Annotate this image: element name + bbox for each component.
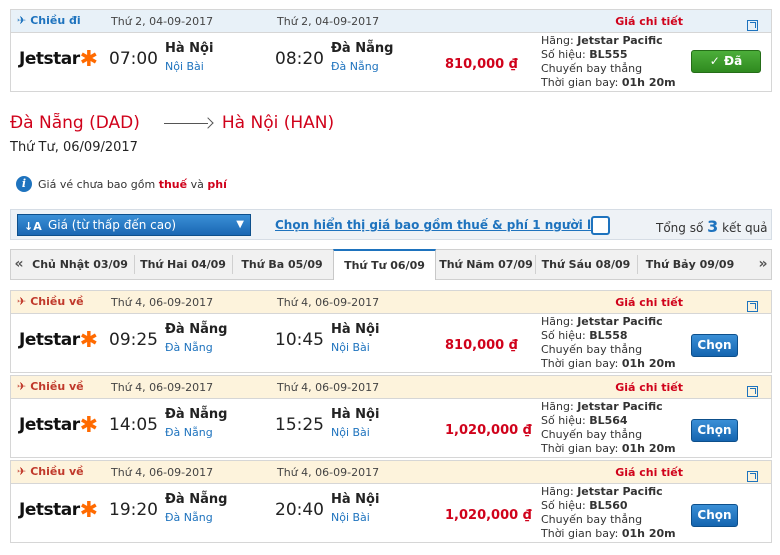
plane-icon: ✈ [17, 465, 27, 478]
route-heading: Đà Nẵng (DAD) Hà Nội (HAN) [10, 113, 334, 133]
chevron-down-icon: ▼ [236, 219, 244, 230]
result-count: Tổng số 3 kết quả [656, 217, 768, 236]
direction-label: ✈ Chiều về [17, 465, 84, 478]
price: 810,000 ₫ [445, 57, 518, 72]
departure-date: Thứ 4, 06-09-2017 [111, 296, 214, 309]
flight-info: Hãng: Jetstar Pacific Số hiệu: BL555 Chu… [541, 34, 676, 89]
flight-info: Hãng: Jetstar Pacific Số hiệu: BL564 Chu… [541, 400, 676, 455]
tab-day-5[interactable]: Thứ Sáu 08/09 [536, 250, 636, 279]
departure-airport: Đà Nẵng [165, 511, 213, 524]
star-icon: ✱ [79, 413, 98, 438]
price-detail-link[interactable]: Giá chi tiết [615, 466, 683, 479]
star-icon: ✱ [79, 328, 98, 353]
arrow-right-icon [163, 118, 214, 128]
price: 1,020,000 ₫ [445, 508, 532, 523]
route-to: Hà Nội (HAN) [221, 113, 335, 133]
tab-day-2[interactable]: Thứ Ba 05/09 [233, 250, 331, 279]
plane-icon: ✈ [17, 380, 27, 393]
jetstar-logo: Jetstar✱ [19, 47, 98, 72]
departure-time: 07:00 [109, 49, 158, 69]
star-icon: ✱ [79, 498, 98, 523]
prev-day-button[interactable]: « [11, 250, 27, 279]
arrival-airport: Nội Bài [331, 341, 370, 354]
tab-day-0[interactable]: Chủ Nhật 03/09 [27, 250, 133, 279]
departure-city: Hà Nội [165, 41, 214, 56]
flight-info: Hãng: Jetstar Pacific Số hiệu: BL558 Chu… [541, 315, 676, 370]
arrival-city: Hà Nội [331, 322, 380, 337]
external-link-icon[interactable] [747, 301, 758, 312]
price-detail-link[interactable]: Giá chi tiết [615, 381, 683, 394]
tab-day-1[interactable]: Thứ Hai 04/09 [135, 250, 231, 279]
price-detail-link[interactable]: Giá chi tiết [615, 15, 683, 28]
day-tabs: « Chủ Nhật 03/09 Thứ Hai 04/09 Thứ Ba 05… [10, 249, 772, 280]
arrival-date: Thứ 4, 06-09-2017 [277, 381, 380, 394]
departure-airport: Nội Bài [165, 60, 204, 73]
next-day-button[interactable]: » [755, 250, 771, 279]
departure-city: Đà Nẵng [165, 407, 228, 422]
arrival-time: 08:20 [275, 49, 324, 69]
select-button[interactable]: Chọn [691, 334, 738, 357]
arrival-airport: Nội Bài [331, 511, 370, 524]
arrival-date: Thứ 2, 04-09-2017 [277, 15, 380, 28]
sort-dropdown[interactable]: ↓A Giá (từ thấp đến cao) ▼ [17, 214, 251, 236]
plane-icon: ✈ [17, 295, 27, 308]
select-button[interactable]: Chọn [691, 419, 738, 442]
direction-label: ✈ Chiều về [17, 380, 84, 393]
arrival-date: Thứ 4, 06-09-2017 [277, 466, 380, 479]
departure-city: Đà Nẵng [165, 492, 228, 507]
tab-day-3[interactable]: Thứ Tư 06/09 [333, 249, 436, 280]
arrival-city: Hà Nội [331, 492, 380, 507]
jetstar-logo: Jetstar✱ [19, 328, 98, 353]
departure-time: 19:20 [109, 500, 158, 520]
price-detail-link[interactable]: Giá chi tiết [615, 296, 683, 309]
departure-airport: Đà Nẵng [165, 341, 213, 354]
outbound-flight: ✈ Chiều đi Thứ 2, 04-09-2017 Thứ 2, 04-0… [10, 9, 772, 92]
arrival-city: Hà Nội [331, 407, 380, 422]
route-from: Đà Nẵng (DAD) [10, 113, 140, 133]
return-flight-0: ✈ Chiều về Thứ 4, 06-09-2017 Thứ 4, 06-09… [10, 290, 772, 373]
outbound-header: ✈ Chiều đi Thứ 2, 04-09-2017 Thứ 2, 04-0… [11, 10, 771, 33]
tax-toggle-label[interactable]: Chọn hiển thị giá bao gồm thuế & phí 1 n… [275, 218, 608, 232]
price: 810,000 ₫ [445, 338, 518, 353]
arrival-time: 20:40 [275, 500, 324, 520]
filter-bar: ↓A Giá (từ thấp đến cao) ▼ Chọn hiển thị… [10, 209, 772, 240]
arrival-airport: Đà Nẵng [331, 60, 379, 73]
arrival-time: 10:45 [275, 330, 324, 350]
price: 1,020,000 ₫ [445, 423, 532, 438]
tab-day-6[interactable]: Thứ Bảy 09/09 [638, 250, 742, 279]
external-link-icon[interactable] [747, 471, 758, 482]
price-note: i Giá vé chưa bao gồm thuế và phí [16, 176, 227, 192]
route-date: Thứ Tư, 06/09/2017 [10, 140, 138, 155]
arrival-time: 15:25 [275, 415, 324, 435]
departure-airport: Đà Nẵng [165, 426, 213, 439]
direction-label: ✈ Chiều đi [17, 14, 81, 27]
arrival-city: Đà Nẵng [331, 41, 394, 56]
jetstar-logo: Jetstar✱ [19, 413, 98, 438]
outbound-body: Jetstar✱ 07:00 Hà Nội Nội Bài 08:20 Đà N… [11, 33, 771, 91]
flight-info: Hãng: Jetstar Pacific Số hiệu: BL560 Chu… [541, 485, 676, 540]
return-flight-2: ✈ Chiều về Thứ 4, 06-09-2017 Thứ 4, 06-09… [10, 460, 772, 543]
departure-time: 09:25 [109, 330, 158, 350]
plane-icon: ✈ [17, 14, 27, 27]
arrival-airport: Nội Bài [331, 426, 370, 439]
info-icon: i [16, 176, 32, 192]
tab-day-4[interactable]: Thứ Năm 07/09 [438, 250, 534, 279]
departure-date: Thứ 2, 04-09-2017 [111, 15, 214, 28]
departure-city: Đà Nẵng [165, 322, 228, 337]
return-flight-1: ✈ Chiều về Thứ 4, 06-09-2017 Thứ 4, 06-09… [10, 375, 772, 458]
star-icon: ✱ [79, 47, 98, 72]
tax-toggle-checkbox[interactable] [591, 216, 610, 235]
departure-date: Thứ 4, 06-09-2017 [111, 381, 214, 394]
external-link-icon[interactable] [747, 20, 758, 31]
departure-time: 14:05 [109, 415, 158, 435]
departure-date: Thứ 4, 06-09-2017 [111, 466, 214, 479]
jetstar-logo: Jetstar✱ [19, 498, 98, 523]
external-link-icon[interactable] [747, 386, 758, 397]
arrival-date: Thứ 4, 06-09-2017 [277, 296, 380, 309]
direction-label: ✈ Chiều về [17, 295, 84, 308]
chosen-button[interactable]: ✓ Đã chọn [691, 50, 761, 89]
select-button[interactable]: Chọn [691, 504, 738, 527]
sort-icon: ↓A [24, 220, 42, 233]
